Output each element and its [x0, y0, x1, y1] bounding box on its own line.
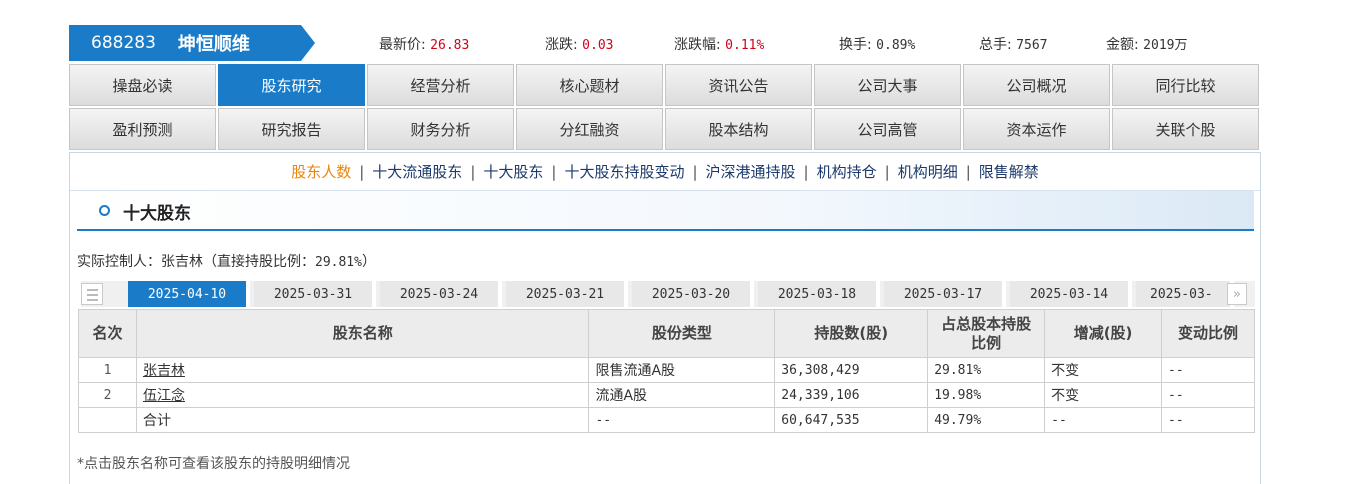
sublink-separator: |	[551, 162, 557, 181]
date-tab[interactable]: 2025-03-	[1136, 281, 1234, 307]
quote-change-pct: 涨跌幅: 0.11%	[674, 37, 765, 53]
main-nav: 操盘必读 股东研究 经营分析 核心题材 资讯公告 公司大事 公司概况 同行比较 …	[69, 64, 1261, 152]
nav-operation-analysis[interactable]: 经营分析	[367, 64, 514, 106]
cell-share-type: 流通A股	[588, 382, 776, 408]
date-tab[interactable]: 2025-04-10	[128, 281, 250, 307]
sublink-separator: |	[359, 162, 365, 181]
sub-nav: 股东人数 | 十大流通股东 | 十大股东 | 十大股东持股变动 | 沪深港通持股…	[70, 153, 1260, 191]
sublink-top10-float-holders[interactable]: 十大流通股东	[372, 161, 462, 182]
date-tabs: 2025-04-10 2025-03-31 2025-03-24 2025-03…	[81, 281, 1255, 307]
table-total-row: 合计 -- 60,647,535 49.79% -- --	[78, 407, 1255, 433]
quote-amount: 金额: 2019万	[1106, 37, 1188, 53]
sublink-restricted-unlock[interactable]: 限售解禁	[979, 161, 1039, 182]
nav-shareholder-research[interactable]: 股东研究	[218, 64, 365, 106]
quote-latest-price: 最新价: 26.83	[379, 37, 470, 53]
sublink-institution-details[interactable]: 机构明细	[898, 161, 958, 182]
sublink-separator: |	[470, 162, 476, 181]
cell-change: --	[1044, 407, 1163, 433]
quote-volume: 总手: 7567	[979, 37, 1048, 53]
cell-rank: 1	[78, 357, 137, 383]
sublink-hk-connect-holdings[interactable]: 沪深港通持股	[706, 161, 796, 182]
cell-total-label: 合计	[135, 407, 590, 433]
cell-share-type: --	[588, 407, 776, 433]
top10-holders-table: 名次 股东名称 股份类型 持股数(股) 占总股本持股比例 增减(股) 变动比例 …	[78, 309, 1255, 433]
stock-tag: 688283 坤恒顺维	[69, 25, 315, 61]
sublink-separator: |	[965, 162, 971, 181]
date-tab[interactable]: 2025-03-20	[632, 281, 754, 307]
col-rank: 名次	[78, 309, 137, 358]
col-holding-ratio: 占总股本持股比例	[927, 309, 1046, 358]
cell-shares: 60,647,535	[774, 407, 929, 433]
holder-link[interactable]: 张吉林	[143, 363, 185, 379]
sublink-separator: |	[884, 162, 890, 181]
cell-shares: 36,308,429	[774, 357, 929, 383]
content-panel: 股东人数 | 十大流通股东 | 十大股东 | 十大股东持股变动 | 沪深港通持股…	[69, 152, 1261, 484]
cell-ratio: 19.98%	[927, 382, 1046, 408]
stock-code: 688283	[91, 33, 156, 53]
date-tab[interactable]: 2025-03-31	[254, 281, 376, 307]
cell-change: 不变	[1044, 382, 1163, 408]
quote-turnover: 换手: 0.89%	[839, 37, 916, 53]
main-nav-row-1: 操盘必读 股东研究 经营分析 核心题材 资讯公告 公司大事 公司概况 同行比较	[69, 64, 1261, 106]
cell-rank-empty	[78, 407, 137, 433]
cell-ratio: 49.79%	[927, 407, 1046, 433]
cell-change: 不变	[1044, 357, 1163, 383]
nav-caopan[interactable]: 操盘必读	[69, 64, 216, 106]
col-change: 增减(股)	[1044, 309, 1163, 358]
cell-change-ratio: --	[1161, 407, 1255, 433]
nav-earnings-forecast[interactable]: 盈利预测	[69, 108, 216, 150]
date-tab[interactable]: 2025-03-24	[380, 281, 502, 307]
cell-ratio: 29.81%	[927, 357, 1046, 383]
date-tab[interactable]: 2025-03-17	[884, 281, 1006, 307]
table-header-row: 名次 股东名称 股份类型 持股数(股) 占总股本持股比例 增减(股) 变动比例	[78, 309, 1255, 358]
col-shares-held: 持股数(股)	[774, 309, 929, 358]
sublink-top10-holders[interactable]: 十大股东	[483, 161, 543, 182]
nav-core-themes[interactable]: 核心题材	[516, 64, 663, 106]
sublink-holder-count[interactable]: 股东人数	[291, 161, 351, 182]
col-holder-name: 股东名称	[135, 309, 590, 358]
nav-executives[interactable]: 公司高管	[814, 108, 961, 150]
section-title: 十大股东	[123, 204, 191, 224]
sublink-separator: |	[803, 162, 809, 181]
cell-shares: 24,339,106	[774, 382, 929, 408]
list-icon[interactable]	[81, 283, 103, 305]
bullet-circle-icon	[99, 205, 110, 216]
stock-name: 坤恒顺维	[177, 34, 250, 55]
sublink-separator: |	[692, 162, 698, 181]
nav-research-reports[interactable]: 研究报告	[218, 108, 365, 150]
stock-ticker-bar: 688283 坤恒顺维 最新价: 26.83 涨跌: 0.03 涨跌幅: 0.1…	[69, 25, 1259, 61]
cell-share-type: 限售流通A股	[588, 357, 776, 383]
section-header: 十大股东	[77, 191, 1254, 231]
main-nav-row-2: 盈利预测 研究报告 财务分析 分红融资 股本结构 公司高管 资本运作 关联个股	[69, 108, 1261, 150]
sublink-institution-positions[interactable]: 机构持仓	[817, 161, 877, 182]
nav-share-structure[interactable]: 股本结构	[665, 108, 812, 150]
nav-dividend-financing[interactable]: 分红融资	[516, 108, 663, 150]
sublink-top10-holding-changes[interactable]: 十大股东持股变动	[564, 161, 684, 182]
cell-rank: 2	[78, 382, 137, 408]
col-share-type: 股份类型	[588, 309, 776, 358]
nav-related-stocks[interactable]: 关联个股	[1112, 108, 1259, 150]
nav-peer-comparison[interactable]: 同行比较	[1112, 64, 1259, 106]
date-tab[interactable]: 2025-03-21	[506, 281, 628, 307]
nav-company-overview[interactable]: 公司概况	[963, 64, 1110, 106]
nav-financial-analysis[interactable]: 财务分析	[367, 108, 514, 150]
date-tab[interactable]: 2025-03-18	[758, 281, 880, 307]
table-row: 1 张吉林 限售流通A股 36,308,429 29.81% 不变 --	[78, 357, 1255, 383]
nav-capital-operations[interactable]: 资本运作	[963, 108, 1110, 150]
cell-holder-name: 张吉林	[135, 357, 590, 383]
quote-change: 涨跌: 0.03	[545, 37, 614, 53]
cell-change-ratio: --	[1161, 357, 1255, 383]
nav-news-announcements[interactable]: 资讯公告	[665, 64, 812, 106]
cell-change-ratio: --	[1161, 382, 1255, 408]
next-arrow-icon[interactable]: »	[1227, 283, 1247, 305]
date-tab[interactable]: 2025-03-14	[1010, 281, 1132, 307]
actual-controller: 实际控制人：张吉林（直接持股比例：29.81%）	[77, 254, 376, 270]
nav-company-events[interactable]: 公司大事	[814, 64, 961, 106]
col-change-ratio: 变动比例	[1161, 309, 1255, 358]
footnote: *点击股东名称可查看该股东的持股明细情况	[77, 456, 350, 472]
table-row: 2 伍江念 流通A股 24,339,106 19.98% 不变 --	[78, 382, 1255, 408]
cell-holder-name: 伍江念	[135, 382, 590, 408]
holder-link[interactable]: 伍江念	[143, 388, 185, 404]
